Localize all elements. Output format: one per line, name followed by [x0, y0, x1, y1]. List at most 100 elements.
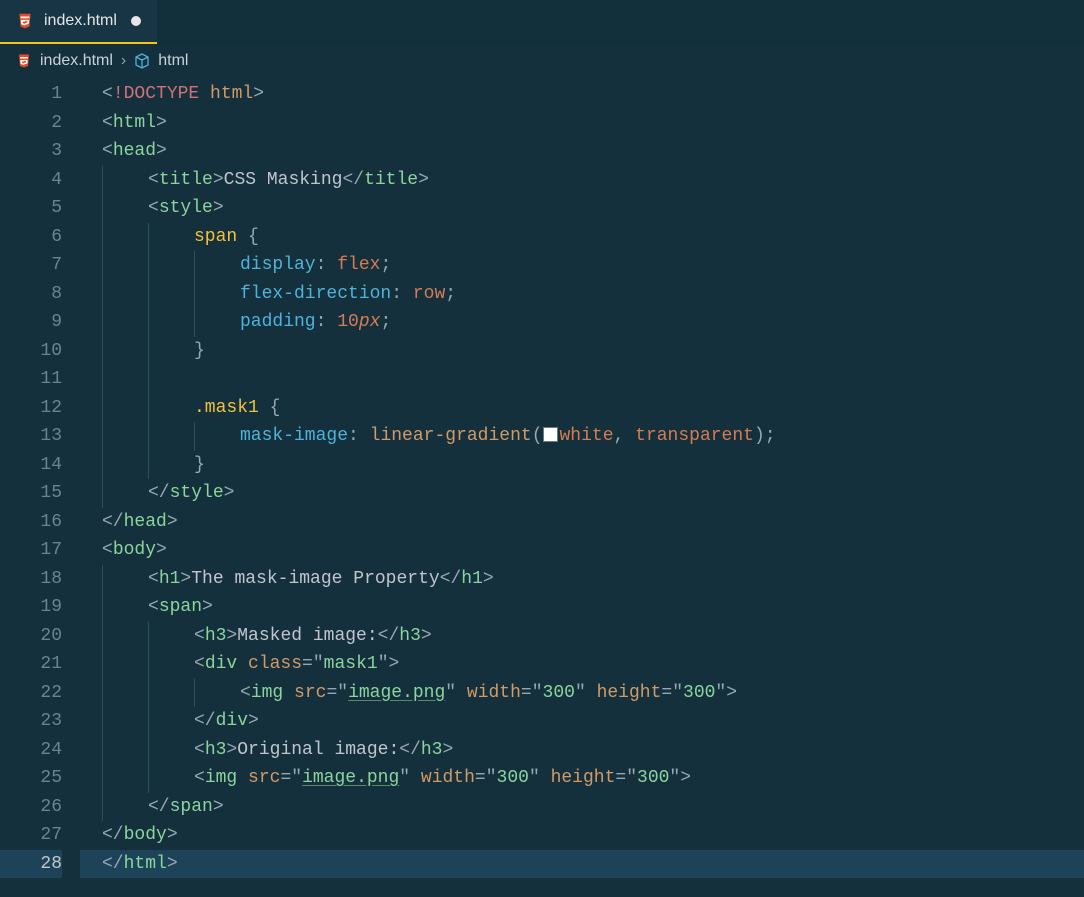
- line-number[interactable]: 15: [0, 479, 62, 508]
- line-number[interactable]: 1: [0, 80, 62, 109]
- token-pn: >: [680, 768, 691, 788]
- token-pn: </: [148, 797, 170, 817]
- token-txt: Masked image:: [237, 626, 377, 646]
- token-pn: }: [194, 455, 205, 475]
- line-number[interactable]: 19: [0, 593, 62, 622]
- code-line[interactable]: .mask1 {: [80, 394, 1084, 423]
- code-line[interactable]: </span>: [80, 793, 1084, 822]
- token-pn: >: [213, 170, 224, 190]
- token-pn: <: [148, 597, 159, 617]
- line-number[interactable]: 8: [0, 280, 62, 309]
- token-pn: >: [253, 84, 264, 104]
- code-line[interactable]: <title>CSS Masking</title>: [80, 166, 1084, 195]
- line-number-gutter[interactable]: 1234567891011121314151617181920212223242…: [0, 78, 80, 897]
- code-line[interactable]: }: [80, 451, 1084, 480]
- line-number[interactable]: 2: [0, 109, 62, 138]
- line-number[interactable]: 21: [0, 650, 62, 679]
- token-pn: <: [194, 654, 205, 674]
- code-line[interactable]: <h3>Masked image:</h3>: [80, 622, 1084, 651]
- line-number[interactable]: 26: [0, 793, 62, 822]
- line-number[interactable]: 25: [0, 764, 62, 793]
- code-line[interactable]: <img src="image.png" width="300" height=…: [80, 679, 1084, 708]
- line-number[interactable]: 18: [0, 565, 62, 594]
- breadcrumb[interactable]: index.html › html: [0, 44, 1084, 78]
- line-number[interactable]: 6: [0, 223, 62, 252]
- breadcrumb-symbol[interactable]: html: [158, 52, 188, 70]
- code-line[interactable]: </div>: [80, 707, 1084, 736]
- code-line[interactable]: <h3>Original image:</h3>: [80, 736, 1084, 765]
- token-at: src: [294, 683, 326, 703]
- line-number[interactable]: 10: [0, 337, 62, 366]
- code-line[interactable]: </head>: [80, 508, 1084, 537]
- code-line[interactable]: <head>: [80, 137, 1084, 166]
- token-val: flex: [337, 255, 380, 275]
- line-number[interactable]: 12: [0, 394, 62, 423]
- html5-icon: [16, 53, 32, 69]
- line-number[interactable]: 7: [0, 251, 62, 280]
- code-line[interactable]: padding: 10px;: [80, 308, 1084, 337]
- line-number[interactable]: 3: [0, 137, 62, 166]
- token-txt: [283, 683, 294, 703]
- line-number[interactable]: 14: [0, 451, 62, 480]
- token-pn: ": [575, 683, 586, 703]
- token-tag: title: [364, 170, 418, 190]
- token-pn: ,: [614, 426, 625, 446]
- token-pn: ;: [380, 255, 391, 275]
- code-line[interactable]: span {: [80, 223, 1084, 252]
- line-number[interactable]: 24: [0, 736, 62, 765]
- token-pn: ;: [445, 284, 456, 304]
- token-txt: [410, 768, 421, 788]
- code-line[interactable]: display: flex;: [80, 251, 1084, 280]
- token-tag: h3: [399, 626, 421, 646]
- code-content[interactable]: <!DOCTYPE html><html><head><title>CSS Ma…: [80, 78, 1084, 897]
- line-number[interactable]: 22: [0, 679, 62, 708]
- line-number[interactable]: 4: [0, 166, 62, 195]
- code-line[interactable]: mask-image: linear-gradient(white, trans…: [80, 422, 1084, 451]
- code-line[interactable]: <style>: [80, 194, 1084, 223]
- line-number[interactable]: 27: [0, 821, 62, 850]
- token-txt: [359, 426, 370, 446]
- line-number[interactable]: 16: [0, 508, 62, 537]
- line-number[interactable]: 17: [0, 536, 62, 565]
- code-line[interactable]: <span>: [80, 593, 1084, 622]
- token-at: height: [597, 683, 662, 703]
- line-number[interactable]: 23: [0, 707, 62, 736]
- code-line[interactable]: </style>: [80, 479, 1084, 508]
- token-tag: html: [124, 854, 167, 874]
- token-pn: <: [102, 540, 113, 560]
- code-line[interactable]: </html>: [80, 850, 1084, 879]
- line-number[interactable]: 28: [0, 850, 62, 879]
- token-txt: [237, 768, 248, 788]
- line-number[interactable]: 9: [0, 308, 62, 337]
- token-pn: >: [421, 626, 432, 646]
- package-icon: [134, 53, 150, 69]
- token-pn: >: [156, 540, 167, 560]
- token-tag: img: [205, 768, 237, 788]
- code-line[interactable]: }: [80, 337, 1084, 366]
- token-pn: =: [521, 683, 532, 703]
- token-tag: span: [170, 797, 213, 817]
- code-line[interactable]: flex-direction: row;: [80, 280, 1084, 309]
- code-line[interactable]: <h1>The mask-image Property</h1>: [80, 565, 1084, 594]
- html5-icon: [16, 12, 34, 30]
- color-swatch-icon[interactable]: [543, 427, 558, 442]
- code-line[interactable]: <!DOCTYPE html>: [80, 80, 1084, 109]
- token-txt: CSS Masking: [224, 170, 343, 190]
- code-line[interactable]: <body>: [80, 536, 1084, 565]
- code-line[interactable]: <html>: [80, 109, 1084, 138]
- breadcrumb-file[interactable]: index.html: [40, 52, 113, 70]
- code-line[interactable]: <div class="mask1">: [80, 650, 1084, 679]
- line-number[interactable]: 11: [0, 365, 62, 394]
- code-line[interactable]: <img src="image.png" width="300" height=…: [80, 764, 1084, 793]
- token-link: image.png: [302, 768, 399, 788]
- token-pn: <: [148, 170, 159, 190]
- code-line[interactable]: [80, 365, 1084, 394]
- line-number[interactable]: 20: [0, 622, 62, 651]
- token-txt: [624, 426, 635, 446]
- line-number[interactable]: 13: [0, 422, 62, 451]
- token-at: width: [421, 768, 475, 788]
- code-line[interactable]: </body>: [80, 821, 1084, 850]
- tab-index-html[interactable]: index.html: [0, 0, 157, 44]
- token-pr: flex-direction: [240, 284, 391, 304]
- line-number[interactable]: 5: [0, 194, 62, 223]
